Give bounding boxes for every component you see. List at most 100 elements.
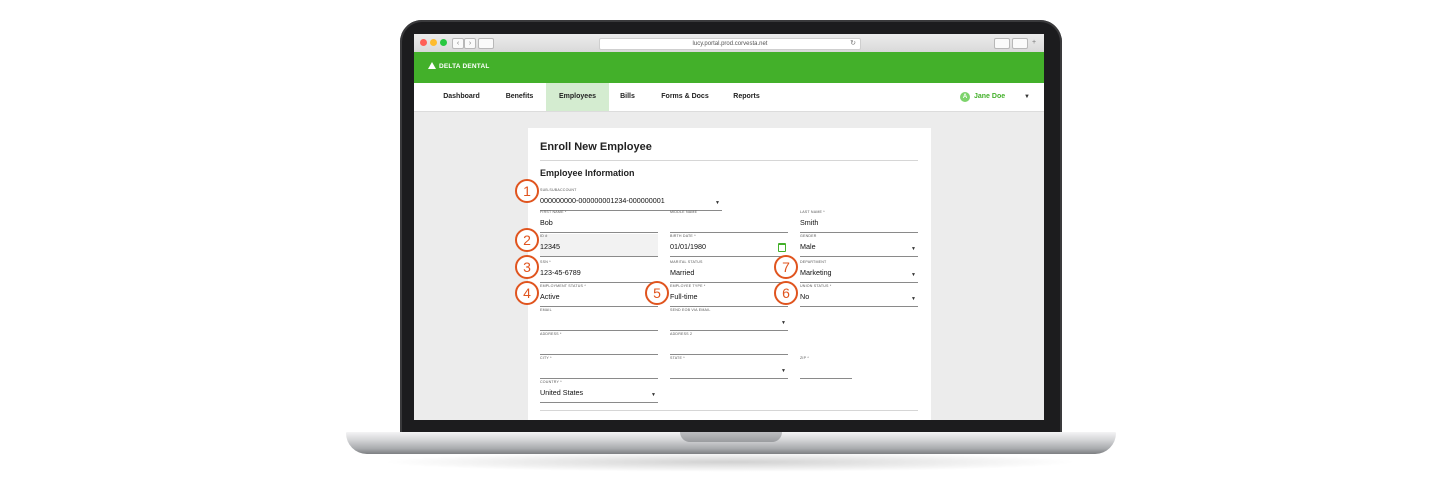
gender-label: GENDER [800,234,817,238]
reload-icon[interactable]: ↻ [850,39,856,49]
marital-status-value: Married [670,268,695,277]
last-name-label: LAST NAME * [800,210,825,214]
country-label: COUNTRY * [540,380,562,384]
ssn-field[interactable]: SSN * 123-45-6789 [540,260,658,283]
address-field[interactable]: ADDRESS * [540,332,658,355]
birth-date-field[interactable]: BIRTH DATE * 01/01/1980 [670,234,788,257]
url-text: lucy.portal.prod.corvesta.net [692,41,768,47]
nav-forms-docs[interactable]: Forms & Docs [654,83,716,111]
dropdown-arrow-icon: ▼ [911,296,916,302]
nav-reports[interactable]: Reports [724,83,769,111]
first-name-label: FIRST NAME * [540,210,567,214]
nav-employees[interactable]: Employees [546,83,609,111]
minimize-window-icon[interactable] [430,39,437,46]
sidebar-icon[interactable] [478,38,494,49]
union-status-value: No [800,292,810,301]
user-menu[interactable]: A Jane Doe ▼ [960,83,1030,111]
birth-date-value: 01/01/1980 [670,242,706,251]
birth-date-label: BIRTH DATE * [670,234,696,238]
gender-value: Male [800,242,816,251]
department-value: Marketing [800,268,832,277]
state-label: STATE * [670,356,685,360]
state-select[interactable]: STATE * ▼ [670,356,788,379]
callout-marker-1: 1 [515,179,539,203]
dropdown-arrow-icon: ▼ [911,246,916,252]
back-icon[interactable]: ‹ [452,38,464,49]
id-label: ID # [540,234,548,238]
page-title: Enroll New Employee [540,141,652,153]
browser-toolbar: ‹ › lucy.portal.prod.corvesta.net ↻ + [414,34,1044,53]
subaccount-value: 000000000-000000001234-000000001 [540,196,665,205]
form-bottom-divider [540,410,918,411]
marital-status-field[interactable]: MARITAL STATUS Married [670,260,788,283]
country-value: United States [540,388,584,397]
dropdown-arrow-icon: ▼ [911,272,916,278]
department-select[interactable]: DEPARTMENT Marketing ▼ [800,260,918,283]
subaccount-label: SUB-SUBACCOUNT [540,188,577,192]
employment-status-field[interactable]: EMPLOYMENT STATUS * Active [540,284,658,307]
callout-marker-5: 5 [645,281,669,305]
brand-logo[interactable]: DELTA DENTAL [428,62,490,70]
laptop-notch [680,432,782,442]
last-name-field[interactable]: LAST NAME * Smith [800,210,918,233]
id-value: 12345 [540,242,560,251]
callout-marker-4: 4 [515,281,539,305]
city-field[interactable]: CITY * [540,356,658,379]
middle-name-field[interactable]: MIDDLE NAME [670,210,788,233]
employee-type-field[interactable]: EMPLOYEE TYPE * Full-time [670,284,788,307]
address2-label: ADDRESS 2 [670,332,693,336]
title-divider [540,160,918,161]
zip-label: ZIP * [800,356,809,360]
subaccount-select[interactable]: SUB-SUBACCOUNT 000000000-000000001234-00… [540,188,722,211]
first-name-field[interactable]: FIRST NAME * Bob [540,210,658,233]
share-icon[interactable] [994,38,1010,49]
nav-bills[interactable]: Bills [610,83,645,111]
email-field[interactable]: EMAIL [540,308,658,331]
callout-marker-3: 3 [515,255,539,279]
delta-logo-icon [428,62,436,69]
employment-status-label: EMPLOYMENT STATUS * [540,284,586,288]
enroll-form-card: Enroll New Employee Employee Information… [528,128,931,420]
url-bar[interactable]: lucy.portal.prod.corvesta.net ↻ [599,38,861,50]
send-eob-select[interactable]: SEND EOB VIA EMAIL ▼ [670,308,788,331]
section-title: Employee Information [540,168,635,178]
id-field: ID # 12345 [540,234,658,257]
main-nav: Dashboard Benefits Employees Bills Forms… [414,83,1044,112]
email-label: EMAIL [540,308,552,312]
app-header: DELTA DENTAL [414,52,1044,83]
dropdown-arrow-icon: ▼ [781,368,786,374]
city-label: CITY * [540,356,552,360]
employee-type-label: EMPLOYEE TYPE * [670,284,706,288]
last-name-value: Smith [800,218,819,227]
laptop-shadow [380,452,1080,472]
callout-marker-7: 7 [774,255,798,279]
brand-logo-text: DELTA DENTAL [439,63,490,70]
user-name: Jane Doe [974,93,1006,100]
gender-select[interactable]: GENDER Male ▼ [800,234,918,257]
union-status-select[interactable]: UNION STATUS * No ▼ [800,284,918,307]
nav-dashboard[interactable]: Dashboard [434,83,489,111]
nav-benefits[interactable]: Benefits [492,83,547,111]
dropdown-arrow-icon: ▼ [651,392,656,398]
calendar-icon[interactable] [778,243,786,252]
maximize-window-icon[interactable] [440,39,447,46]
avatar: A [960,92,970,102]
department-label: DEPARTMENT [800,260,827,264]
employee-type-value: Full-time [670,292,698,301]
country-select[interactable]: COUNTRY * United States ▼ [540,380,658,403]
ssn-label: SSN * [540,260,551,264]
zip-field[interactable]: ZIP * [800,356,852,379]
chevron-down-icon: ▼ [1024,94,1030,100]
address-label: ADDRESS * [540,332,562,336]
close-window-icon[interactable] [420,39,427,46]
first-name-value: Bob [540,218,553,227]
dropdown-arrow-icon: ▼ [781,320,786,326]
new-tab-icon[interactable]: + [1030,38,1038,47]
address2-field[interactable]: ADDRESS 2 [670,332,788,355]
tabs-icon[interactable] [1012,38,1028,49]
marital-status-label: MARITAL STATUS [670,260,703,264]
employment-status-value: Active [540,292,560,301]
send-eob-label: SEND EOB VIA EMAIL [670,308,711,312]
forward-icon[interactable]: › [464,38,476,49]
middle-name-label: MIDDLE NAME [670,210,698,214]
